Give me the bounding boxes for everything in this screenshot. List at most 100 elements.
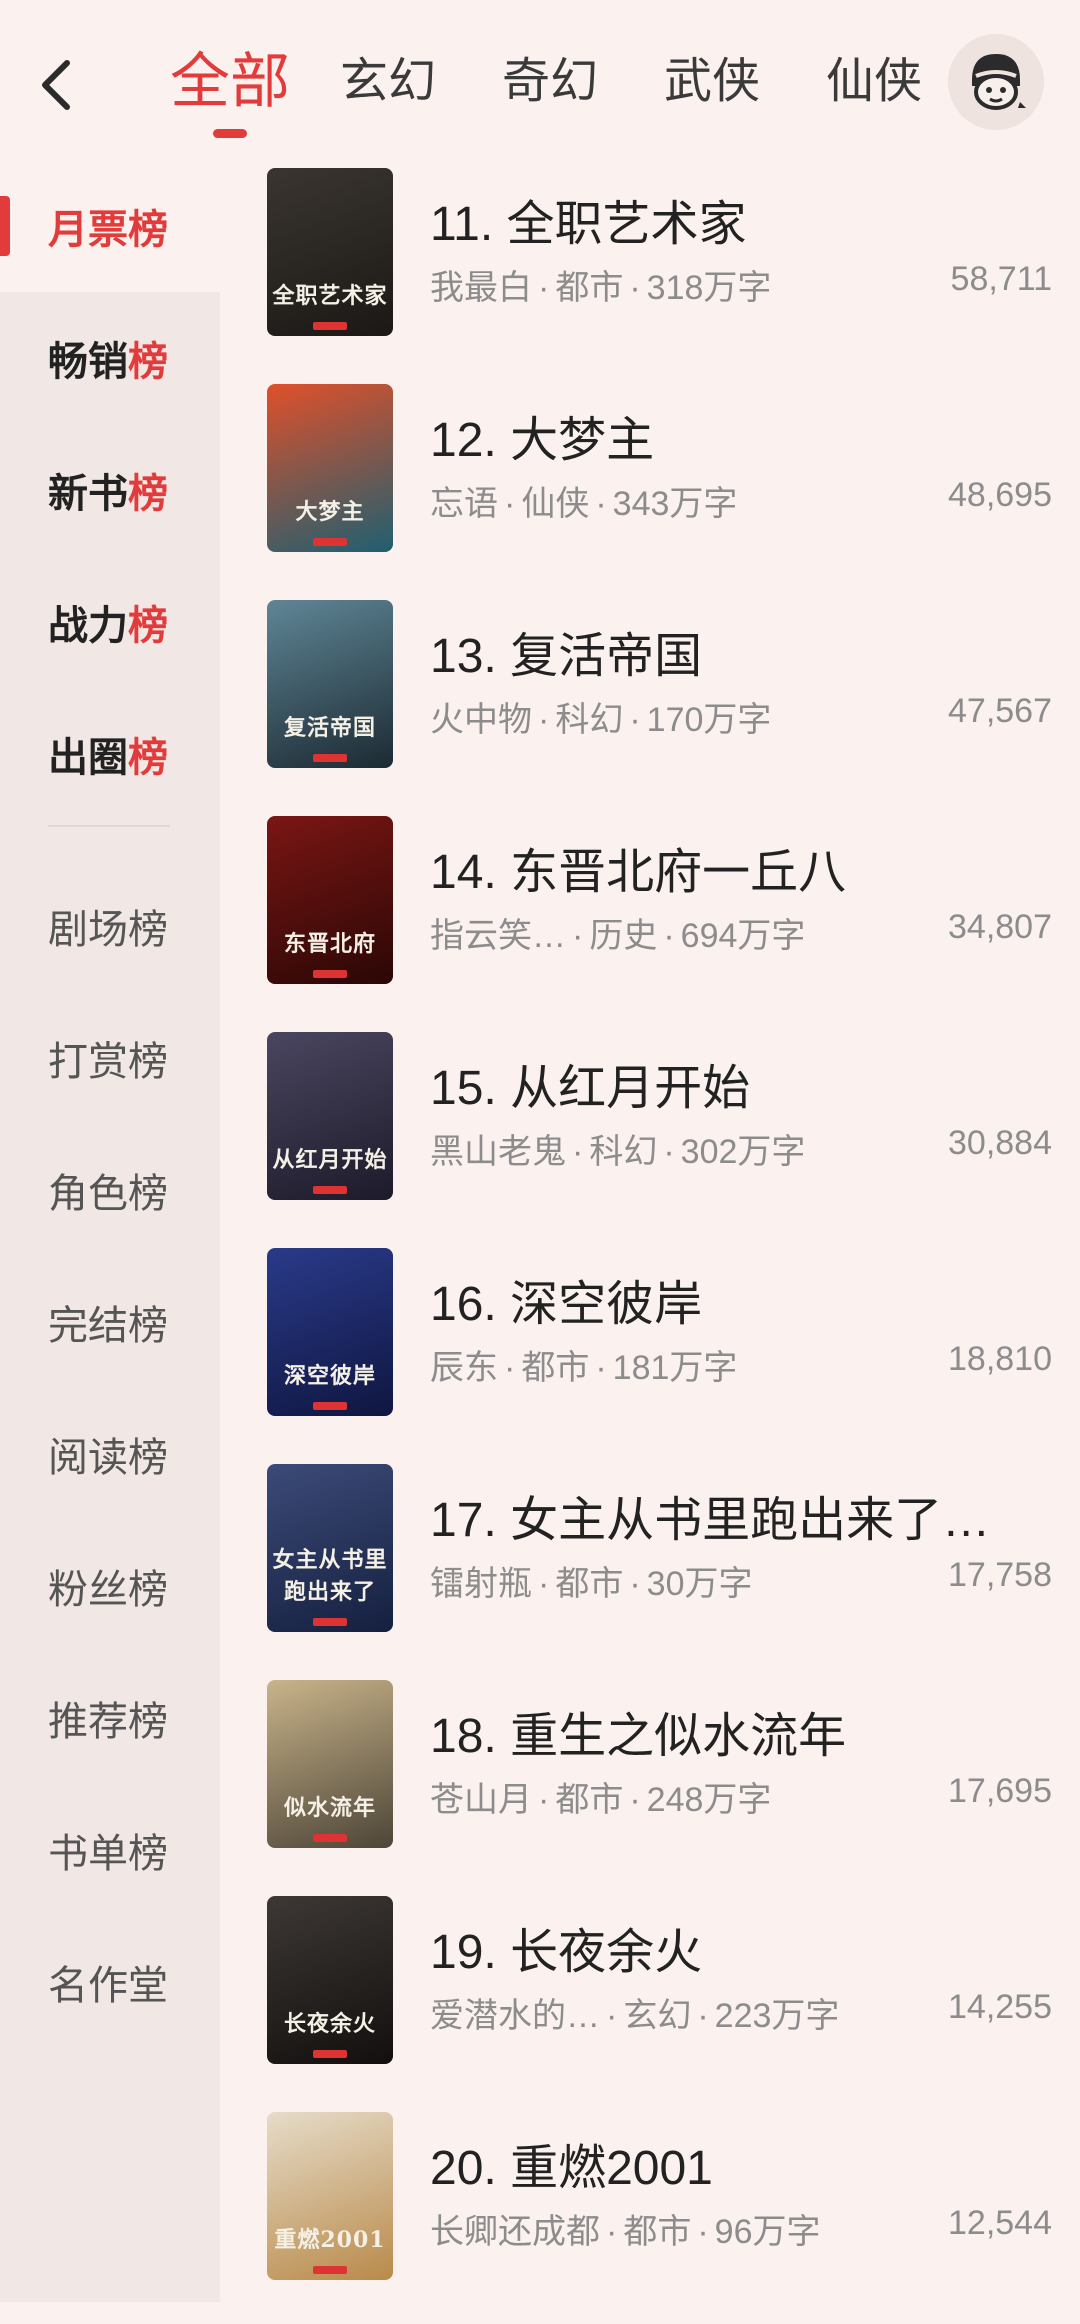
book-meta: 长卿还成都 · 都市 · 96万字 (430, 2204, 820, 2253)
book-cover[interactable]: 似水流年 (267, 1680, 393, 1848)
book-meta: 我最白 · 都市 · 318万字 (430, 260, 771, 309)
book-genre: 都市 (555, 1781, 624, 1819)
book-row[interactable]: 重燃2001 20. 重燃2001 长卿还成都 · 都市 · 96万字 12,544 (220, 2108, 1080, 2324)
book-row[interactable]: 大梦主 12. 大梦主 忘语 · 仙侠 · 343万字 48,695 (220, 380, 1080, 596)
book-author: 苍山月 (430, 1781, 532, 1819)
book-word-count: 248万字 (646, 1781, 772, 1819)
publisher-logo (313, 322, 347, 330)
separator-dot: · (663, 1133, 675, 1171)
book-cover[interactable]: 长夜余火 (267, 1896, 393, 2064)
separator-dot: · (595, 1349, 607, 1387)
sidebar-item-4[interactable]: 战力榜 (0, 556, 220, 688)
book-cover[interactable]: 东晋北府 (267, 816, 393, 984)
book-cover[interactable]: 女主从书里跑出来了 (267, 1464, 393, 1632)
book-author: 长卿还成都 (430, 2213, 600, 2251)
cover-title: 深空彼岸 (283, 1363, 376, 1389)
book-genre: 科幻 (555, 701, 624, 739)
separator-dot: · (538, 1565, 550, 1603)
book-cover[interactable]: 深空彼岸 (267, 1248, 393, 1416)
avatar[interactable] (948, 34, 1044, 130)
tab-1[interactable]: 全部 (170, 30, 290, 134)
sidebar-divider (48, 825, 170, 827)
cover-title: 从红月开始 (272, 1147, 388, 1173)
book-row[interactable]: 全职艺术家 11. 全职艺术家我最白 · 都市 · 318万字 58,711 (220, 164, 1080, 380)
book-genre: 历史 (589, 917, 658, 955)
sidebar-item-1[interactable]: 月票榜 (0, 160, 220, 292)
monthly-ticket-count: 58,711 (950, 260, 1052, 298)
book-cover[interactable]: 大梦主 (267, 384, 393, 552)
book-row[interactable]: 复活帝国 13. 复活帝国 火中物 · 科幻 · 170万字 47,567 (220, 596, 1080, 812)
monthly-ticket-count: 47,567 (948, 692, 1052, 730)
sidebar-item-10[interactable]: 阅读榜 (0, 1388, 220, 1520)
book-title: 17. 女主从书里跑出来了… (430, 1494, 991, 1547)
cover-title: 东晋北府 (283, 931, 376, 957)
sidebar-item-label: 新书榜 (48, 472, 168, 516)
monthly-ticket-count: 48,695 (948, 476, 1052, 514)
sidebar-item-11[interactable]: 粉丝榜 (0, 1520, 220, 1652)
tab-3[interactable]: 奇幻 (502, 30, 598, 134)
book-row[interactable]: 东晋北府 14. 东晋北府一丘八 指云笑… · 历史 · 694万字 34,807 (220, 812, 1080, 1028)
publisher-logo (313, 2050, 347, 2058)
ranking-sidebar: 月票榜畅销榜新书榜战力榜出圈榜剧场榜打赏榜角色榜 完结榜 阅读榜 粉丝榜推荐榜书单榜名… (0, 160, 220, 2302)
sidebar-item-14[interactable]: 名作堂 (0, 1916, 220, 2048)
book-cover[interactable]: 从红月开始 (267, 1032, 393, 1200)
book-cover[interactable]: 全职艺术家 (267, 168, 393, 336)
book-cover[interactable]: 复活帝国 (267, 600, 393, 768)
sidebar-item-label: 剧场榜 (48, 908, 168, 952)
separator-dot: · (697, 1997, 709, 2035)
book-author: 爱潜水的… (430, 1997, 600, 2035)
monthly-ticket-count: 34,807 (948, 908, 1052, 946)
separator-dot: · (629, 1565, 641, 1603)
book-title: 12. 大梦主 (430, 414, 655, 467)
sidebar-item-label: 推荐榜 (48, 1700, 168, 1744)
tab-4[interactable]: 武侠 (664, 30, 760, 134)
book-title: 18. 重生之似水流年 (430, 1710, 847, 1763)
book-row[interactable]: 似水流年 18. 重生之似水流年 苍山月 · 都市 · 248万字 17,695 (220, 1676, 1080, 1892)
book-row[interactable]: 长夜余火 19. 长夜余火 爱潜水的… · 玄幻 · 223万字 14,255 (220, 1892, 1080, 2108)
book-author: 镭射瓶 (430, 1565, 532, 1603)
book-meta: 黑山老鬼 · 科幻 · 302万字 (430, 1124, 805, 1173)
book-author: 忘语 (430, 485, 498, 523)
tab-2[interactable]: 玄幻 (340, 30, 436, 134)
sidebar-item-3[interactable]: 新书榜 (0, 424, 220, 556)
sidebar-item-label: 打赏榜 (48, 1040, 168, 1084)
book-cover[interactable]: 重燃2001 (267, 2112, 393, 2280)
separator-dot: · (606, 2213, 618, 2251)
book-title: 11. 全职艺术家 (430, 198, 747, 251)
sidebar-item-label: 出圈榜 (48, 736, 168, 780)
back-button[interactable] (22, 40, 92, 130)
monthly-ticket-count: 14,255 (948, 1988, 1052, 2026)
sidebar-item-7[interactable]: 打赏榜 (0, 992, 220, 1124)
book-word-count: 170万字 (646, 701, 772, 739)
book-row[interactable]: 深空彼岸 16. 深空彼岸 辰东 · 都市 · 181万字 18,810 (220, 1244, 1080, 1460)
sidebar-item-6[interactable]: 剧场榜 (0, 860, 220, 992)
book-meta: 火中物 · 科幻 · 170万字 (430, 692, 771, 741)
sidebar-item-9[interactable]: 完结榜 (0, 1256, 220, 1388)
book-title: 19. 长夜余火 (430, 1926, 703, 1979)
book-genre: 科幻 (589, 1133, 658, 1171)
separator-dot: · (606, 1997, 618, 2035)
book-genre: 仙侠 (521, 485, 590, 523)
user-avatar-icon (972, 54, 1026, 110)
publisher-logo (313, 1186, 347, 1194)
book-title: 15. 从红月开始 (430, 1062, 751, 1115)
sidebar-item-2[interactable]: 畅销榜 (0, 292, 220, 424)
book-row[interactable]: 从红月开始 15. 从红月开始 黑山老鬼 · 科幻 · 302万字 30,884 (220, 1028, 1080, 1244)
sidebar-item-12[interactable]: 推荐榜 (0, 1652, 220, 1784)
book-genre: 都市 (555, 269, 624, 307)
book-genre: 都市 (521, 1349, 590, 1387)
cover-title: 重燃2001 (274, 2227, 386, 2253)
book-row[interactable]: 女主从书里跑出来了 17. 女主从书里跑出来了… 镭射瓶 · 都市 · 30万字 17,758 (220, 1460, 1080, 1676)
book-title: 16. 深空彼岸 (430, 1278, 703, 1331)
separator-dot: · (663, 917, 675, 955)
separator-dot: · (538, 269, 550, 307)
book-title: 14. 东晋北府一丘八 (430, 846, 847, 899)
separator-dot: · (504, 1349, 516, 1387)
sidebar-item-8[interactable]: 角色榜 (0, 1124, 220, 1256)
cover-title: 全职艺术家 (272, 283, 388, 309)
tab-5[interactable]: 仙侠 (826, 30, 922, 134)
sidebar-item-5[interactable]: 出圈榜 (0, 688, 220, 820)
sidebar-item-13[interactable]: 书单榜 (0, 1784, 220, 1916)
sidebar-item-label: 月票榜 (48, 208, 168, 252)
publisher-logo (313, 970, 347, 978)
